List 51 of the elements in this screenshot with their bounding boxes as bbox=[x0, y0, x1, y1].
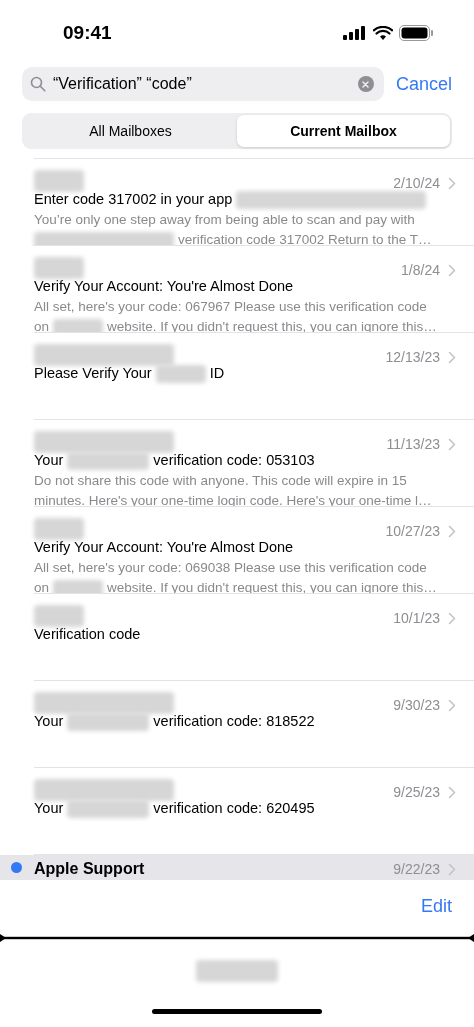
message-date: 12/13/23 bbox=[385, 348, 440, 367]
chevron-icon bbox=[448, 438, 456, 451]
message-date: 11/13/23 bbox=[386, 435, 440, 454]
subject-text: Verification code bbox=[34, 625, 141, 645]
message-date: 2/10/24 bbox=[393, 174, 440, 193]
message-date: 10/1/23 bbox=[393, 609, 440, 628]
cancel-button[interactable]: Cancel bbox=[395, 70, 452, 98]
close-icon bbox=[362, 80, 370, 88]
status-time: 09:41 bbox=[63, 20, 112, 45]
preview-text: All set, here's your code: 067967 Please use this verification code bbox=[34, 298, 427, 317]
scope-tab[interactable]: Current Mailbox bbox=[237, 115, 450, 147]
battery-icon bbox=[399, 25, 434, 41]
subject-text: verification code: 620495 bbox=[153, 799, 315, 819]
subject-text: verification code: 053103 bbox=[153, 451, 315, 471]
chevron-icon bbox=[448, 612, 456, 625]
subject-text: Your bbox=[34, 712, 64, 732]
search-field[interactable]: “Verification” “code” bbox=[22, 67, 384, 101]
signal-icon bbox=[343, 26, 367, 40]
chevron-icon bbox=[448, 862, 456, 876]
redaction-blur bbox=[34, 518, 84, 541]
preview-text: All set, here's your code: 069038 Please use this verification code bbox=[34, 559, 427, 578]
preview-text: Do not share this code with anyone. This code will expire in 15 bbox=[34, 472, 407, 491]
chevron-icon bbox=[448, 177, 456, 190]
redaction-blur bbox=[34, 605, 84, 628]
sender-name: Apple Support bbox=[34, 859, 145, 879]
message-date: 10/27/23 bbox=[385, 522, 440, 541]
message-date: 9/22/23 bbox=[393, 859, 440, 879]
message-row[interactable]: Apple Support 9/22/23 bbox=[0, 855, 474, 880]
redaction-blur bbox=[34, 170, 84, 193]
scope-tab[interactable]: All Mailboxes bbox=[24, 115, 237, 147]
subject-text: Verify Your Account: You're Almost Done bbox=[34, 538, 294, 558]
subject-text: Enter code 317002 in your app bbox=[34, 190, 233, 210]
subject-text: Your bbox=[34, 799, 64, 819]
search-icon bbox=[30, 76, 46, 92]
preview-text: You’re only one step away from being able to scan and pay with bbox=[34, 211, 415, 230]
chevron-icon bbox=[448, 351, 456, 364]
subject-text: ID bbox=[209, 364, 225, 384]
subject-text: Your bbox=[34, 451, 64, 471]
chevron-icon bbox=[448, 264, 456, 277]
message-date: 9/30/23 bbox=[393, 696, 440, 715]
wifi-icon bbox=[373, 25, 393, 41]
chevron-icon bbox=[448, 699, 456, 712]
message-date: 1/8/24 bbox=[401, 261, 440, 280]
chevron-icon bbox=[448, 525, 456, 538]
redaction-blur bbox=[34, 257, 84, 280]
message-date: 9/25/23 bbox=[393, 783, 440, 802]
subject-text: Verify Your Account: You're Almost Done bbox=[34, 277, 294, 297]
subject-text: Please Verify Your bbox=[34, 364, 152, 384]
subject-text: verification code: 818522 bbox=[153, 712, 315, 732]
chevron-icon bbox=[448, 786, 456, 799]
edit-button[interactable]: Edit bbox=[420, 892, 452, 920]
